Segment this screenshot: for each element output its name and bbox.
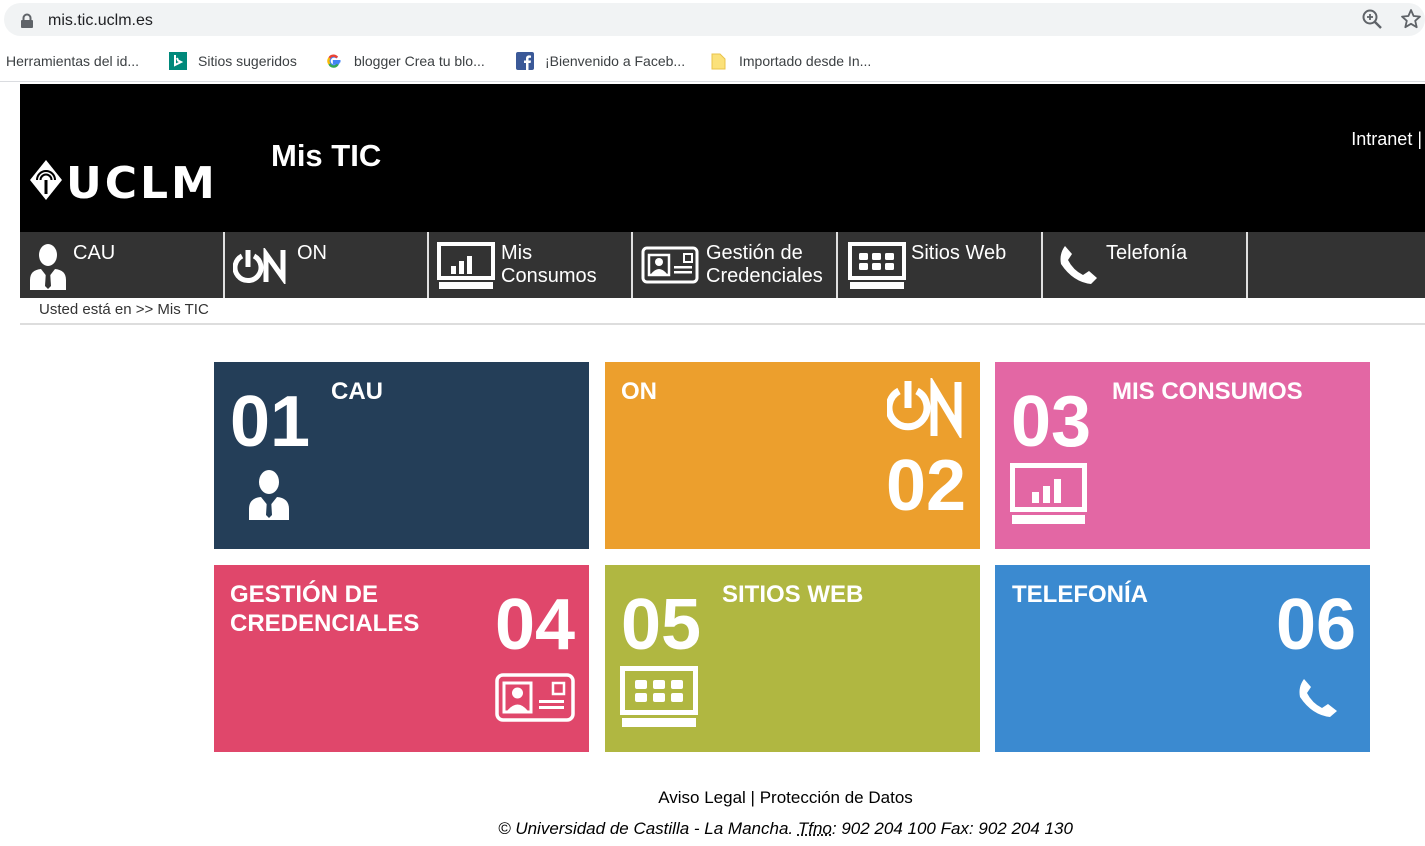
nav-item-telefonia[interactable]: Telefonía	[1043, 232, 1248, 298]
nav-item-on[interactable]: ON	[225, 232, 429, 298]
nav-item-sitios-web[interactable]: Sitios Web	[838, 232, 1043, 298]
google-icon	[327, 54, 341, 68]
tile-number: 04	[495, 585, 576, 665]
url-text: mis.tic.uclm.es	[48, 12, 153, 29]
nav-item-mis-consumos[interactable]: Mis Consumos	[429, 232, 633, 298]
tile-mis-consumos[interactable]: 03 MIS CONSUMOS	[995, 362, 1370, 549]
user-icon	[249, 470, 289, 520]
tile-sitios-web[interactable]: 05 SITIOS WEB	[605, 565, 980, 752]
page-title: Mis TIC	[271, 138, 382, 173]
zoom-icon[interactable]	[1361, 8, 1383, 30]
nav-item-cau[interactable]: CAU	[20, 232, 225, 298]
bookmark-importado[interactable]: Importado desde In...	[710, 51, 871, 71]
browser-url-bar: mis.tic.uclm.es	[0, 0, 1425, 40]
tile-title: TELEFONÍA	[1012, 581, 1148, 608]
lock-icon	[21, 13, 33, 28]
breadcrumb-divider	[20, 323, 1425, 325]
nav-item-gestion-credenciales[interactable]: Gestión de Credenciales	[633, 232, 838, 298]
uclm-emblem-icon	[30, 160, 62, 200]
folder-icon	[711, 53, 726, 70]
tile-title: ON	[621, 378, 657, 405]
copyright: © Universidad de Castilla - La Mancha. T…	[498, 819, 1073, 838]
breadcrumb: Usted está en >> Mis TIC	[39, 301, 209, 318]
site-header: UCLM Mis TIC Intranet |	[20, 84, 1425, 232]
aviso-legal-link[interactable]: Aviso Legal	[658, 788, 746, 807]
proteccion-datos-link[interactable]: Protección de Datos	[760, 788, 913, 807]
address-field[interactable]: mis.tic.uclm.es	[4, 3, 1425, 36]
tile-cau[interactable]: 01 CAU	[214, 362, 589, 549]
bookmark-herramientas[interactable]: Herramientas del id...	[6, 51, 139, 71]
web-grid-icon	[848, 242, 906, 289]
bookmark-star-icon[interactable]	[1400, 8, 1422, 30]
phone-icon	[1299, 679, 1337, 717]
tile-number: 02	[886, 446, 967, 526]
tile-on[interactable]: ON 02	[605, 362, 980, 549]
user-icon	[30, 244, 66, 290]
chart-monitor-icon	[1010, 463, 1087, 524]
tile-number: 06	[1276, 585, 1357, 665]
web-grid-icon	[620, 666, 698, 727]
bookmarks-bar: Herramientas del id... Sitios sugeridos …	[0, 40, 1425, 82]
phone-icon	[1060, 246, 1097, 284]
chart-monitor-icon	[437, 242, 495, 289]
tile-title: GESTIÓN DE CREDENCIALES	[230, 581, 420, 637]
facebook-icon	[516, 52, 534, 70]
bing-icon	[169, 52, 187, 70]
footer-links: Aviso Legal | Protección de Datos	[658, 788, 913, 807]
bookmark-facebook[interactable]: ¡Bienvenido a Faceb...	[516, 51, 685, 71]
tile-number: 05	[621, 585, 702, 665]
tile-title: SITIOS WEB	[722, 581, 864, 608]
id-card-icon	[495, 673, 575, 722]
on-logo-icon	[887, 378, 962, 438]
tile-telefonia[interactable]: TELEFONÍA 06	[995, 565, 1370, 752]
tile-gestion-credenciales[interactable]: GESTIÓN DE CREDENCIALES 04	[214, 565, 589, 752]
id-card-icon	[641, 246, 699, 284]
uclm-logo[interactable]: UCLM	[28, 158, 250, 202]
on-logo-icon	[233, 248, 286, 284]
tile-number: 01	[230, 382, 311, 462]
bookmark-sitios-sugeridos[interactable]: Sitios sugeridos	[169, 51, 297, 71]
tile-number: 03	[1011, 382, 1092, 462]
tile-title: CAU	[331, 378, 383, 405]
logo-text: UCLM	[66, 158, 218, 202]
main-nav: CAU ON Mis Consumos Gestión de Credencia…	[20, 232, 1425, 298]
tile-title: MIS CONSUMOS	[1112, 378, 1303, 405]
intranet-link[interactable]: Intranet |	[1351, 129, 1422, 150]
bookmark-blogger[interactable]: blogger Crea tu blo...	[325, 51, 485, 71]
